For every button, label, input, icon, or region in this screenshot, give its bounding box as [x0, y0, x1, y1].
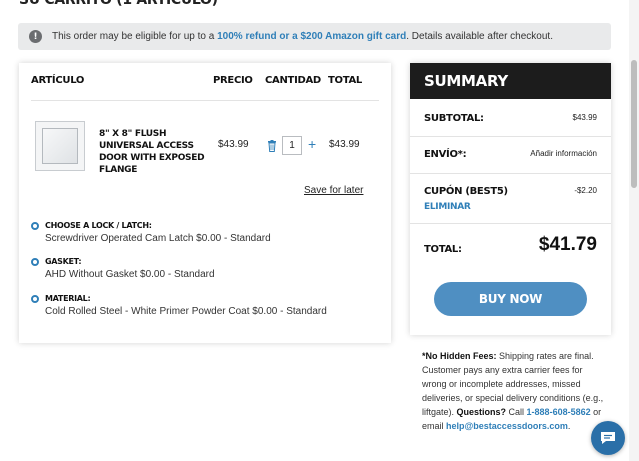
summary-divider — [410, 223, 611, 224]
column-header-quantity: CANTIDAD — [265, 75, 321, 86]
fees-heading: *No Hidden Fees: — [422, 351, 497, 361]
option-label: MATERIAL: — [45, 294, 91, 303]
summary-title: SUMMARY — [410, 63, 611, 99]
add-shipping-info-link[interactable]: Añadir información — [530, 149, 597, 158]
coupon-label: CUPÓN (BEST5) — [424, 186, 508, 197]
coupon-value: -$2.20 — [574, 186, 597, 195]
summary-divider — [410, 173, 611, 174]
fees-end: . — [567, 421, 571, 431]
quantity-input[interactable]: 1 — [282, 136, 302, 155]
call-text: Call — [506, 407, 527, 417]
summary-divider — [410, 136, 611, 137]
total-label: TOTAL: — [424, 244, 462, 255]
shipping-label: ENVÍO*: — [424, 149, 467, 160]
option-bullet-icon — [31, 295, 39, 303]
option-label: GASKET: — [45, 257, 82, 266]
phone-link[interactable]: 1-888-608-5862 — [527, 407, 591, 417]
email-link[interactable]: help@bestaccessdoors.com — [446, 421, 568, 431]
item-total: $43.99 — [329, 139, 360, 150]
option-bullet-icon — [31, 258, 39, 266]
grand-total-value: $41.79 — [538, 234, 597, 255]
save-for-later-link[interactable]: Save for later — [304, 185, 363, 196]
column-header-price: PRECIO — [213, 75, 253, 86]
trash-icon[interactable] — [267, 140, 277, 152]
access-door-graphic — [42, 128, 78, 164]
product-image[interactable] — [35, 121, 85, 171]
refund-notice-banner: ! This order may be eligible for up to a… — [18, 23, 611, 50]
buy-now-button[interactable]: BUY NOW — [434, 282, 587, 316]
product-name[interactable]: 8" X 8" FLUSH UNIVERSAL ACCESS DOOR WITH… — [99, 128, 209, 176]
notice-text-before: This order may be eligible for up to a — [52, 31, 218, 42]
refund-link[interactable]: 100% refund or a $200 Amazon gift card — [217, 31, 406, 42]
header-divider — [31, 100, 379, 101]
option-value: Screwdriver Operated Cam Latch $0.00 - S… — [45, 233, 271, 244]
scrollbar-thumb[interactable] — [631, 60, 637, 188]
no-hidden-fees-note: *No Hidden Fees: Shipping rates are fina… — [422, 349, 607, 433]
order-summary-panel: SUMMARY SUBTOTAL: $43.99 ENVÍO*: Añadir … — [410, 63, 611, 335]
column-header-item: ARTÍCULO — [31, 75, 85, 86]
chat-button[interactable] — [591, 421, 625, 455]
item-price: $43.99 — [218, 139, 249, 150]
info-icon: ! — [29, 30, 42, 43]
questions-label: Questions? — [456, 407, 507, 417]
option-label: CHOOSE A LOCK / LATCH: — [45, 221, 152, 230]
subtotal-label: SUBTOTAL: — [424, 113, 484, 124]
page-title: SU CARRITO (1 ARTÍCULO) — [19, 0, 218, 8]
plus-icon[interactable]: + — [308, 136, 316, 152]
subtotal-value: $43.99 — [572, 113, 597, 122]
column-header-total: TOTAL — [328, 75, 362, 86]
notice-text-after: . Details available after checkout. — [406, 31, 553, 42]
option-bullet-icon — [31, 222, 39, 230]
chat-icon — [601, 432, 615, 444]
remove-coupon-link[interactable]: ELIMINAR — [424, 202, 471, 212]
notice-text: This order may be eligible for up to a 1… — [52, 31, 553, 42]
option-value: AHD Without Gasket $0.00 - Standard — [45, 269, 215, 280]
cart-panel: ARTÍCULO PRECIO CANTIDAD TOTAL 8" X 8" F… — [19, 63, 391, 343]
option-value: Cold Rolled Steel - White Primer Powder … — [45, 306, 327, 317]
